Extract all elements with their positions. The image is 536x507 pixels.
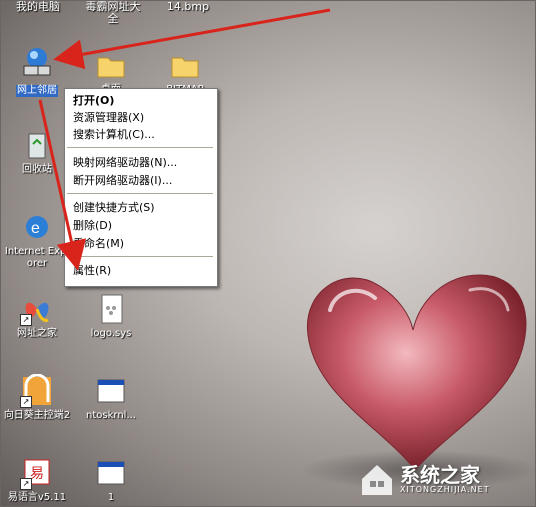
house-logo-icon xyxy=(362,465,392,495)
site-watermark: 系统之家 XITONGZHIJIA.NET xyxy=(358,459,528,501)
watermark-title: 系统之家 xyxy=(400,463,480,487)
arrow-to-network-icon xyxy=(53,8,331,70)
arrow-to-properties xyxy=(38,99,87,271)
desktop: 我的电脑 毒霸网址大全 14.bmp 网上邻居 桌面 BITMAP xyxy=(0,0,536,507)
annotation-arrows xyxy=(38,8,331,271)
watermark-url: XITONGZHIJIA.NET xyxy=(400,485,490,494)
